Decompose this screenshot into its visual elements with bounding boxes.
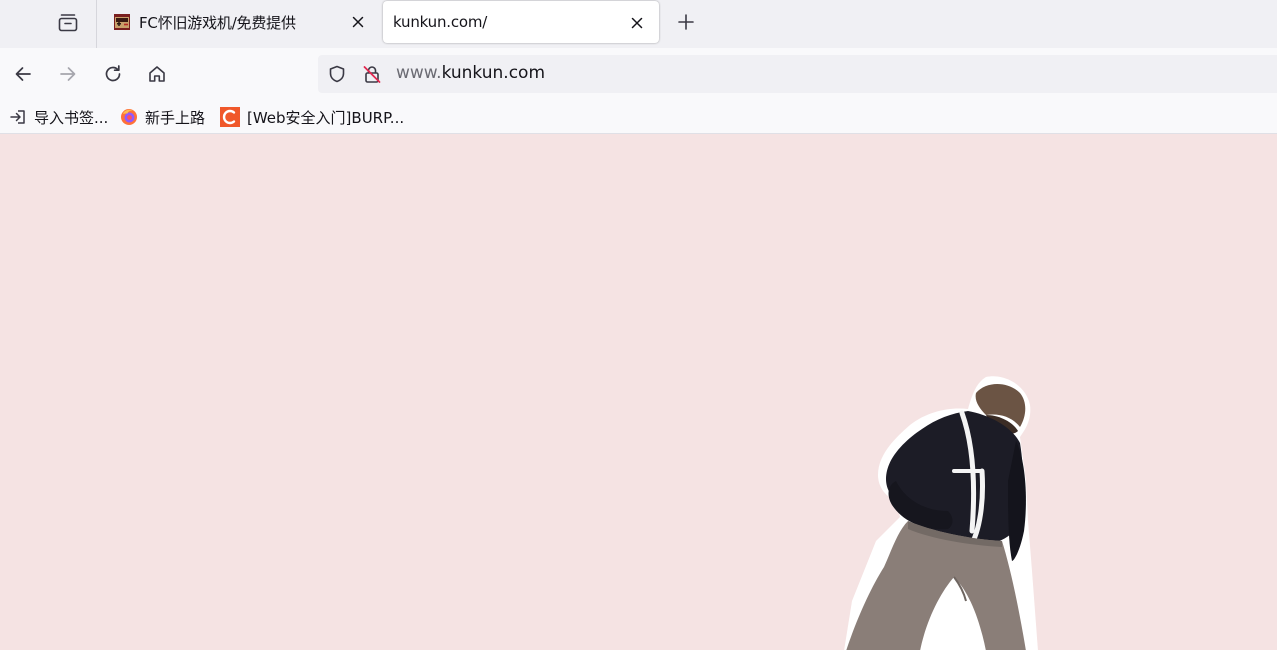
close-icon[interactable]: [350, 14, 366, 30]
bookmarks-toolbar: 导入书签... 新手上路 [Web安全入门]BURP...: [0, 100, 1277, 134]
new-tab-button[interactable]: [672, 8, 700, 36]
bookmark-label: [Web安全入门]BURP...: [247, 108, 405, 127]
url-prefix: www.: [396, 63, 442, 83]
dancing-person-image: [844, 376, 1038, 650]
arrow-left-icon: [15, 67, 31, 81]
bookmark-getting-started[interactable]: 新手上路: [120, 106, 205, 128]
import-icon: [10, 110, 25, 124]
tab-title: kunkun.com/: [393, 13, 488, 31]
navigation-toolbar: www.kunkun.com: [0, 48, 1277, 100]
url-bar[interactable]: www.kunkun.com: [318, 55, 1277, 93]
tab-separator: [96, 0, 97, 48]
bookmark-label: 新手上路: [145, 108, 206, 127]
url-text[interactable]: www.kunkun.com: [396, 63, 545, 83]
plus-icon: [678, 14, 694, 30]
tab-title: FC怀旧游戏机/免费提供: [139, 14, 296, 32]
back-button[interactable]: [9, 60, 37, 88]
close-icon[interactable]: [629, 15, 645, 31]
insecure-lock-icon[interactable]: [362, 64, 382, 84]
bookmark-label: 导入书签...: [34, 108, 109, 127]
arrow-right-icon: [60, 67, 76, 81]
tab-manager-button[interactable]: [52, 8, 84, 36]
nes-game-favicon: [114, 14, 130, 30]
tab-manager-icon: [58, 14, 78, 32]
tab-fc-games[interactable]: FC怀旧游戏机/免费提供: [98, 0, 380, 44]
c-logo-icon: [220, 107, 240, 127]
home-button[interactable]: [143, 60, 171, 88]
home-icon: [149, 66, 165, 82]
shield-icon[interactable]: [328, 65, 346, 83]
page-content: [0, 135, 1277, 650]
tab-strip: FC怀旧游戏机/免费提供 kunkun.com/: [0, 0, 1277, 48]
bookmark-web-security[interactable]: [Web安全入门]BURP...: [220, 106, 404, 128]
bookmark-import[interactable]: 导入书签...: [9, 106, 108, 128]
tab-kunkun[interactable]: kunkun.com/: [383, 1, 659, 43]
reload-icon: [105, 65, 121, 82]
url-domain: kunkun.com: [441, 63, 546, 83]
firefox-icon: [121, 109, 137, 125]
forward-button[interactable]: [54, 60, 82, 88]
reload-button[interactable]: [99, 60, 127, 88]
